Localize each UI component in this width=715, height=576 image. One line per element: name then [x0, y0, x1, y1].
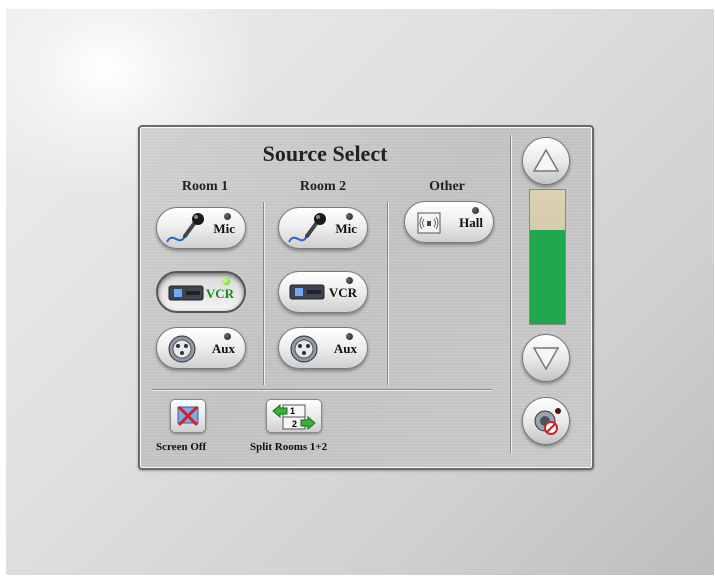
- speaker-wave-icon: [417, 212, 441, 234]
- speaker-mute-icon: [534, 408, 561, 435]
- room2-mic-button[interactable]: Mic: [278, 207, 368, 249]
- column-divider: [387, 202, 388, 385]
- room1-mic-button[interactable]: Mic: [156, 207, 246, 249]
- volume-meter: [529, 189, 566, 325]
- room2-vcr-button[interactable]: VCR: [278, 271, 368, 313]
- volume-down-button[interactable]: [522, 334, 570, 382]
- column-header-other: Other: [429, 179, 465, 194]
- vcr-icon: [289, 284, 325, 300]
- status-led: [346, 213, 353, 220]
- page-title: Source Select: [262, 141, 388, 166]
- status-led: [224, 213, 231, 220]
- status-led: [346, 333, 353, 340]
- svg-text:1: 1: [290, 406, 295, 416]
- room1-aux-button[interactable]: Aux: [156, 327, 246, 369]
- source-label: Hall: [459, 215, 483, 230]
- hall-button[interactable]: Hall: [404, 201, 494, 243]
- mute-button[interactable]: [522, 397, 570, 445]
- bottom-divider: [152, 389, 492, 390]
- volume-meter-fill: [530, 230, 565, 324]
- source-label: VCR: [205, 286, 234, 301]
- column-header-room-1: Room 1: [181, 179, 229, 194]
- microphone-icon: [166, 213, 204, 243]
- source-label: Mic: [335, 221, 357, 236]
- vcr-icon: [168, 285, 204, 301]
- status-led: [346, 277, 353, 284]
- status-led: [224, 333, 231, 340]
- volume-divider: [510, 135, 511, 453]
- screen-off-icon: [177, 405, 199, 427]
- source-label: Mic: [213, 221, 235, 236]
- source-label: Aux: [211, 341, 235, 356]
- split-rooms-icon: 1 2: [272, 403, 316, 431]
- status-led: [223, 278, 230, 285]
- screen-off-button[interactable]: [170, 399, 206, 433]
- screen-off-label: Screen Off: [156, 441, 207, 453]
- control-panel: Source Select Room 1 Room 2 Other Mic VC…: [138, 125, 594, 470]
- xlr-connector-icon: [290, 335, 318, 363]
- triangle-down-icon: [532, 347, 560, 371]
- microphone-icon: [288, 213, 326, 243]
- svg-text:2: 2: [292, 419, 297, 429]
- split-rooms-button[interactable]: 1 2: [266, 399, 322, 433]
- source-label: Aux: [333, 341, 357, 356]
- column-divider: [263, 202, 264, 385]
- status-led: [472, 207, 479, 214]
- triangle-up-icon: [532, 148, 560, 172]
- source-label: VCR: [328, 285, 357, 300]
- room1-vcr-button[interactable]: VCR: [156, 271, 246, 313]
- room2-aux-button[interactable]: Aux: [278, 327, 368, 369]
- volume-up-button[interactable]: [522, 137, 570, 185]
- split-rooms-label: Split Rooms 1+2: [250, 441, 328, 453]
- xlr-connector-icon: [168, 335, 196, 363]
- column-header-room-2: Room 2: [299, 179, 347, 194]
